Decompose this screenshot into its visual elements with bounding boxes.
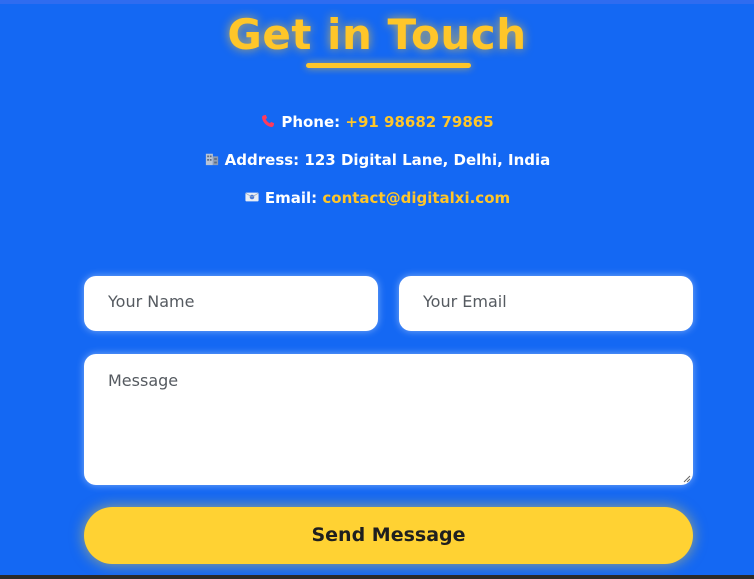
contact-phone: Phone: +91 98682 79865 (0, 112, 754, 132)
resize-handle-icon[interactable] (683, 475, 691, 483)
address-label: Address: (224, 151, 300, 169)
page-title: Get in Touch (227, 10, 527, 59)
send-message-button[interactable]: Send Message (84, 507, 693, 564)
contact-address: Address: 123 Digital Lane, Delhi, India (0, 150, 754, 170)
name-placeholder: Your Name (108, 292, 195, 311)
title-underline (306, 63, 471, 68)
email-field[interactable]: Your Email (399, 276, 693, 331)
phone-value[interactable]: +91 98682 79865 (345, 113, 493, 131)
bottom-edge (0, 575, 754, 579)
top-edge (0, 0, 754, 4)
email-value[interactable]: contact@digitalxi.com (322, 189, 510, 207)
message-field[interactable]: Message (84, 354, 693, 485)
contact-email: Email: contact@digitalxi.com (0, 188, 754, 208)
email-placeholder: Your Email (423, 292, 507, 311)
office-building-icon (205, 153, 218, 166)
phone-label: Phone: (281, 113, 341, 131)
email-label: Email: (264, 189, 318, 207)
message-placeholder: Message (108, 371, 179, 390)
phone-icon (262, 114, 275, 127)
envelope-icon (245, 192, 259, 202)
name-field[interactable]: Your Name (84, 276, 378, 331)
address-value: 123 Digital Lane, Delhi, India (304, 151, 551, 169)
